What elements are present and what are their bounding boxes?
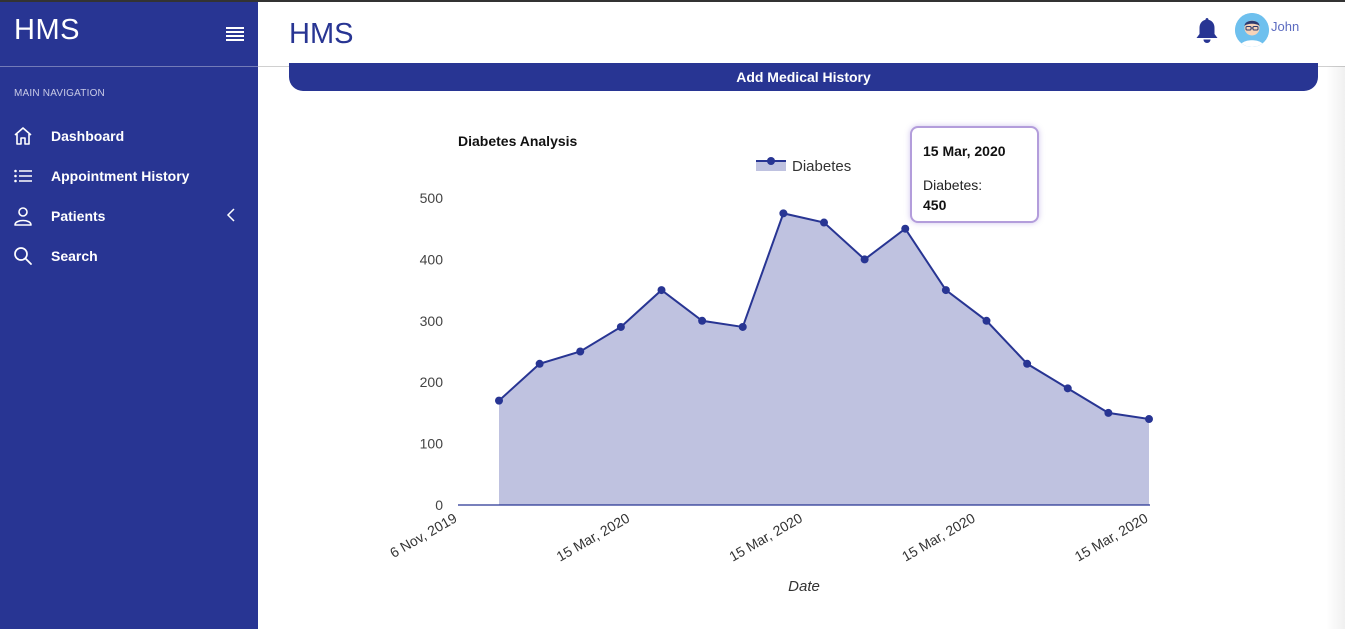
hamburger-menu-icon[interactable] <box>226 27 244 41</box>
data-point[interactable] <box>698 316 707 325</box>
sidebar-item-appointment-history[interactable]: Appointment History <box>0 158 258 194</box>
bell-icon[interactable] <box>1194 16 1220 44</box>
x-axis-label: Date <box>788 578 820 595</box>
data-point[interactable] <box>779 209 788 218</box>
legend-label: Diabetes <box>792 158 851 175</box>
y-tick-label: 0 <box>435 497 443 513</box>
sidebar: HMS MAIN NAVIGATION Dashboard Appointmen… <box>0 2 258 629</box>
chevron-left-icon[interactable] <box>226 207 236 223</box>
tooltip-series-label: Diabetes: <box>923 177 983 193</box>
legend-marker <box>767 157 775 165</box>
chart-tooltip: 15 Mar, 2020 Diabetes: 450 <box>910 126 1039 223</box>
data-point[interactable] <box>1145 415 1153 424</box>
data-point[interactable] <box>941 286 950 295</box>
tooltip-value: 450 <box>923 197 947 213</box>
user-name[interactable]: John <box>1271 19 1299 34</box>
data-point[interactable] <box>657 286 666 295</box>
sidebar-item-dashboard[interactable]: Dashboard <box>0 118 258 154</box>
data-point[interactable] <box>860 255 869 264</box>
tooltip-date: 15 Mar, 2020 <box>923 143 1006 159</box>
user-icon <box>14 207 32 226</box>
data-point[interactable] <box>1023 359 1032 368</box>
y-tick-label: 400 <box>420 251 444 267</box>
sidebar-item-label: Patients <box>51 208 106 224</box>
data-point[interactable] <box>982 316 991 325</box>
home-icon <box>14 127 32 145</box>
list-icon <box>14 169 32 183</box>
plot-area <box>495 209 1153 505</box>
sidebar-brand: HMS <box>14 14 80 46</box>
data-point[interactable] <box>820 218 828 227</box>
x-tick-label: 15 Mar, 2020 <box>553 510 632 565</box>
avatar[interactable] <box>1235 13 1269 47</box>
x-tick-label: 6 Nov, 2019 <box>387 510 460 561</box>
sidebar-item-label: Dashboard <box>51 128 125 144</box>
nav-section-header: MAIN NAVIGATION <box>14 88 105 99</box>
data-point[interactable] <box>1104 408 1113 417</box>
page-title: HMS <box>289 18 354 50</box>
y-tick-label: 500 <box>420 190 444 206</box>
diabetes-chart: Diabetes Analysis Diabetes 0 100 200 300 400… <box>387 133 1153 595</box>
sidebar-brand-row: HMS <box>0 2 258 67</box>
sidebar-item-label: Search <box>51 248 98 264</box>
data-point[interactable] <box>1063 384 1072 393</box>
y-tick-label: 300 <box>420 313 444 329</box>
x-tick-label: 15 Mar, 2020 <box>726 510 805 565</box>
data-point[interactable] <box>616 322 625 331</box>
scrollbar-track[interactable] <box>1326 66 1345 629</box>
sidebar-item-label: Appointment History <box>51 168 190 184</box>
chart-title: Diabetes Analysis <box>458 133 578 149</box>
data-point[interactable] <box>495 396 503 405</box>
chart-legend[interactable]: Diabetes <box>756 157 851 175</box>
x-axis: 6 Nov, 2019 15 Mar, 2020 15 Mar, 2020 15 Ma… <box>387 504 1151 565</box>
y-tick-label: 200 <box>420 374 444 390</box>
y-axis: 0 100 200 300 400 500 <box>420 190 444 513</box>
data-point[interactable] <box>901 224 910 233</box>
search-icon <box>14 247 32 265</box>
series-area <box>499 213 1149 505</box>
sidebar-item-patients[interactable]: Patients <box>0 198 258 234</box>
sidebar-item-search[interactable]: Search <box>0 238 258 274</box>
y-tick-label: 100 <box>420 436 444 452</box>
data-point[interactable] <box>535 359 544 368</box>
data-point[interactable] <box>576 347 585 356</box>
data-point[interactable] <box>738 322 747 331</box>
x-tick-label: 15 Mar, 2020 <box>899 510 978 565</box>
x-tick-label: 15 Mar, 2020 <box>1072 510 1151 565</box>
top-header: HMS John <box>258 2 1345 67</box>
